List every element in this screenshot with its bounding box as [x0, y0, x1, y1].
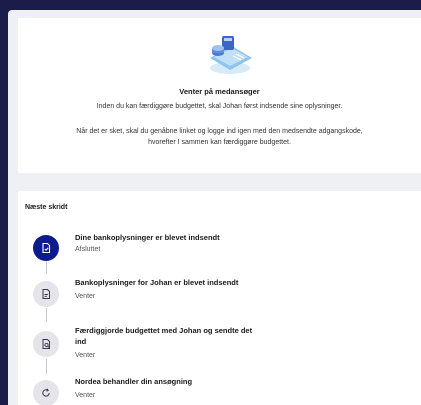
step-3-title-line: ind [75, 337, 87, 346]
circular-arrow-icon [42, 388, 50, 397]
status-instruction-continued: hvorefter I sammen kan færdiggøre budget… [148, 139, 291, 146]
next-steps-card: Næste skridt Dine bankoplysninger er ble… [18, 191, 421, 405]
step-2-title: Bankoplysninger for Johan er blevet inds… [75, 278, 239, 287]
application-viewport: Venter på medansøger Inden du kan færdig… [8, 10, 421, 405]
step-3-indicator [33, 331, 59, 357]
step-3-status: Venter [75, 352, 96, 359]
next-steps-heading: Næste skridt [25, 204, 68, 211]
document-check-icon [42, 242, 51, 254]
step-3-title: Færdiggjorde budgettet med Johan og send… [75, 325, 305, 347]
step-connector [46, 359, 47, 374]
step-4-indicator [33, 380, 59, 405]
budget-illustration-icon [210, 36, 252, 74]
status-instruction: Når det er sket, skal du genåbne linket … [76, 128, 363, 135]
document-search-icon [42, 339, 50, 349]
step-connector [46, 260, 47, 274]
document-icon [42, 289, 50, 299]
step-2-indicator [33, 281, 59, 307]
step-1-indicator [33, 235, 59, 261]
status-description: Inden du kan færdiggøre budgettet, skal … [96, 103, 343, 110]
step-2-status: Venter [75, 293, 96, 300]
step-3-title-line: Færdiggjorde budgettet med Johan og send… [75, 326, 253, 335]
step-4-title: Nordea behandler din ansøgning [75, 377, 193, 386]
step-4-status: Venter [75, 392, 96, 399]
step-1-status: Afsluttet [75, 246, 101, 253]
step-1-title: Dine bankoplysninger er blevet indsendt [75, 233, 220, 242]
waiting-status-card: Venter på medansøger Inden du kan færdig… [18, 18, 421, 173]
step-connector [46, 308, 47, 322]
status-title: Venter på medansøger [179, 87, 260, 96]
